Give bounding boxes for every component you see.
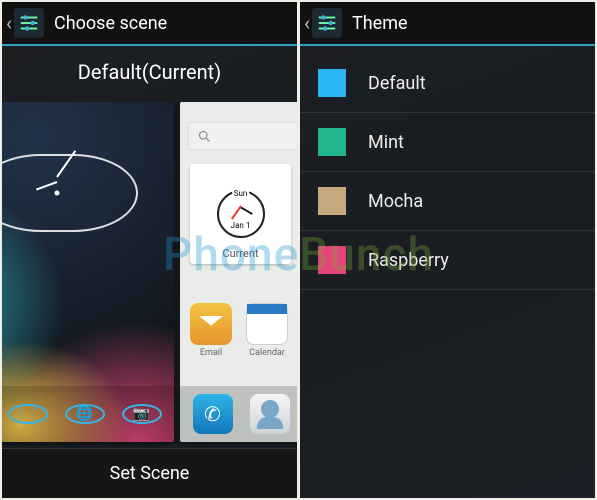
theme-screen: ‹ Theme Default Mint Mocha Raspberry bbox=[300, 2, 595, 498]
analog-clock-widget bbox=[2, 154, 138, 232]
theme-label: Default bbox=[368, 73, 426, 94]
action-bar: ‹ Theme bbox=[300, 2, 595, 46]
app-drawer-icon[interactable]: ⋮⋮ bbox=[8, 404, 48, 424]
theme-item-mocha[interactable]: Mocha bbox=[300, 172, 595, 231]
choose-scene-screen: ‹ Choose scene Default(Current) 2:44 ⋮⋮ … bbox=[2, 2, 297, 498]
theme-item-default[interactable]: Default bbox=[300, 54, 595, 113]
calendar-app-icon[interactable]: Calendar bbox=[246, 303, 288, 358]
theme-label: Raspberry bbox=[368, 250, 449, 271]
camera-icon[interactable]: 📷 bbox=[122, 404, 162, 424]
set-scene-button[interactable]: Set Scene bbox=[2, 448, 297, 498]
back-button[interactable]: ‹ bbox=[6, 11, 14, 35]
contacts-icon[interactable] bbox=[250, 394, 290, 434]
theme-swatch bbox=[318, 69, 346, 97]
theme-list: Default Mint Mocha Raspberry bbox=[300, 46, 595, 298]
theme-item-mint[interactable]: Mint bbox=[300, 113, 595, 172]
scene-preview-next[interactable]: Sun Jan 1 Current ＋ Add Email bbox=[180, 102, 297, 442]
theme-label: Mocha bbox=[368, 191, 423, 212]
reflection bbox=[2, 444, 174, 448]
scene-carousel[interactable]: 2:44 ⋮⋮ 🌐 📷 Sun bbox=[2, 102, 297, 448]
theme-swatch bbox=[318, 187, 346, 215]
theme-swatch bbox=[318, 246, 346, 274]
theme-swatch bbox=[318, 128, 346, 156]
theme-label: Mint bbox=[368, 132, 404, 153]
settings-icon[interactable] bbox=[312, 8, 342, 38]
page-title: Theme bbox=[352, 13, 408, 34]
dock: ⋮⋮ 🌐 📷 bbox=[2, 386, 174, 442]
scene-name: Default(Current) bbox=[2, 46, 297, 102]
phone-icon[interactable]: ✆ bbox=[193, 394, 233, 434]
settings-icon[interactable] bbox=[14, 8, 44, 38]
dock: ✆ ⋮⋮ ✉ bbox=[180, 386, 297, 442]
action-bar: ‹ Choose scene bbox=[2, 2, 297, 46]
search-bar[interactable] bbox=[188, 122, 297, 150]
scene-preview-current[interactable]: 2:44 ⋮⋮ 🌐 📷 bbox=[2, 102, 174, 442]
theme-item-raspberry[interactable]: Raspberry bbox=[300, 231, 595, 290]
clock-icon: Sun Jan 1 bbox=[217, 190, 265, 238]
browser-icon[interactable]: 🌐 bbox=[65, 404, 105, 424]
email-app-icon[interactable]: Email bbox=[190, 303, 232, 358]
page-title: Choose scene bbox=[54, 13, 167, 34]
reflection bbox=[180, 444, 297, 448]
back-button[interactable]: ‹ bbox=[304, 11, 312, 35]
clock-widget-card[interactable]: Sun Jan 1 Current bbox=[190, 164, 291, 264]
